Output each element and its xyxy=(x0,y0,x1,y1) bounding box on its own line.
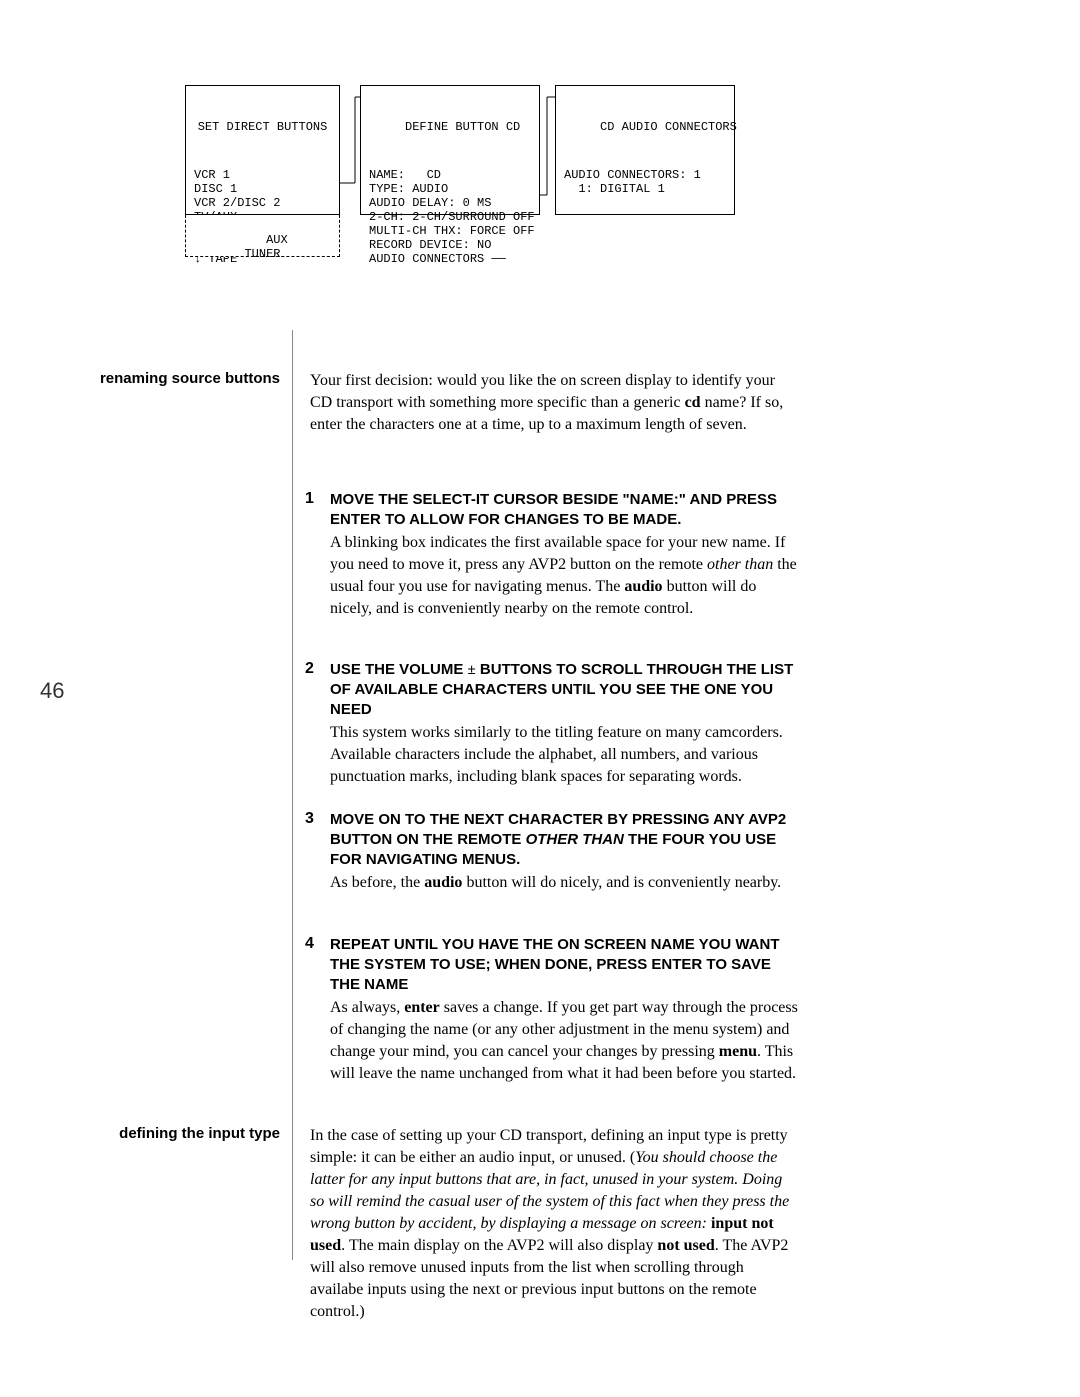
step-body: This system works similarly to the titli… xyxy=(330,722,800,788)
step-number: 2 xyxy=(305,660,314,678)
diagram-box-title: SET DIRECT BUTTONS xyxy=(194,120,331,134)
diagram-box-title: DEFINE BUTTON CD xyxy=(369,120,531,134)
diagram-box-lines: AUDIO CONNECTORS: 1 1: DIGITAL 1 xyxy=(564,168,726,196)
step-3: 3 MOVE ON TO THE NEXT CHARACTER BY PRESS… xyxy=(330,810,800,894)
step-heading: MOVE THE SELECT-IT CURSOR BESIDE "NAME:"… xyxy=(330,490,800,530)
diagram-box-lines: AUX TUNER xyxy=(244,233,287,261)
step-heading: USE THE VOLUME ± BUTTONS TO SCROLL THROU… xyxy=(330,660,800,720)
page-number: 46 xyxy=(40,678,64,704)
content-divider-line xyxy=(292,330,293,1260)
step-4: 4 REPEAT UNTIL YOU HAVE THE ON SCREEN NA… xyxy=(330,935,800,1085)
diagram-box-lines: NAME: CD TYPE: AUDIO AUDIO DELAY: 0 MS 2… xyxy=(369,168,531,266)
diagram-box-define-button: DEFINE BUTTON CD NAME: CD TYPE: AUDIO AU… xyxy=(360,85,540,215)
step-body: A blinking box indicates the first avail… xyxy=(330,532,800,620)
step-1: 1 MOVE THE SELECT-IT CURSOR BESIDE "NAME… xyxy=(330,490,800,620)
step-number: 3 xyxy=(305,810,314,828)
renaming-intro: Your first decision: would you like the … xyxy=(310,370,800,436)
step-body: As before, the audio button will do nice… xyxy=(330,872,800,894)
defining-body: In the case of setting up your CD transp… xyxy=(310,1125,800,1323)
section-label-renaming: renaming source buttons xyxy=(15,370,280,387)
diagram-box-title: CD AUDIO CONNECTORS xyxy=(564,120,726,134)
section-label-defining: defining the input type xyxy=(15,1125,280,1142)
menu-flow-diagram: SET DIRECT BUTTONS VCR 1 DISC 1 VCR 2/DI… xyxy=(185,85,905,285)
step-heading: REPEAT UNTIL YOU HAVE THE ON SCREEN NAME… xyxy=(330,935,800,995)
step-number: 4 xyxy=(305,935,314,953)
diagram-box-audio-connectors: CD AUDIO CONNECTORS AUDIO CONNECTORS: 1 … xyxy=(555,85,735,215)
step-2: 2 USE THE VOLUME ± BUTTONS TO SCROLL THR… xyxy=(330,660,800,788)
diagram-box-set-direct: SET DIRECT BUTTONS VCR 1 DISC 1 VCR 2/DI… xyxy=(185,85,340,215)
step-number: 1 xyxy=(305,490,314,508)
step-body: As always, enter saves a change. If you … xyxy=(330,997,800,1085)
step-heading: MOVE ON TO THE NEXT CHARACTER BY PRESSIN… xyxy=(330,810,800,870)
diagram-box-set-direct-extension: AUX TUNER xyxy=(185,215,340,257)
